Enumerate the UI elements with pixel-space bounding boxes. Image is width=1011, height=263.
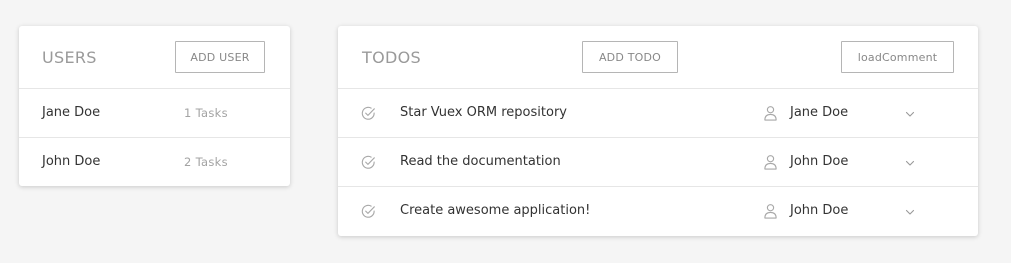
user-task-count: 1 Tasks (184, 106, 228, 120)
todos-title: TODOS (362, 48, 421, 67)
person-icon (764, 204, 777, 219)
assignee-select[interactable]: John Doe (790, 154, 848, 169)
user-row[interactable]: Jane Doe 1 Tasks (19, 89, 290, 138)
chevron-down-icon[interactable] (905, 158, 915, 168)
todo-title: Star Vuex ORM repository (400, 105, 567, 120)
users-card: USERS ADD USER Jane Doe 1 Tasks John Doe… (19, 26, 290, 186)
check-circle-icon[interactable] (361, 204, 376, 219)
load-comment-button[interactable]: loadComment (841, 41, 954, 73)
add-todo-button[interactable]: ADD TODO (582, 41, 678, 73)
chevron-down-icon[interactable] (905, 207, 915, 217)
todo-row: Create awesome application! John Doe (338, 187, 978, 236)
assignee-select[interactable]: John Doe (790, 203, 848, 218)
todos-card: TODOS ADD TODO loadComment Star Vuex ORM… (338, 26, 978, 236)
person-icon (764, 106, 777, 121)
user-name: John Doe (42, 154, 101, 169)
user-row[interactable]: John Doe 2 Tasks (19, 138, 290, 187)
users-header: USERS ADD USER (19, 26, 290, 89)
todo-row: Star Vuex ORM repository Jane Doe (338, 89, 978, 138)
assignee-select[interactable]: Jane Doe (790, 105, 848, 120)
user-name: Jane Doe (42, 105, 101, 120)
todo-row: Read the documentation John Doe (338, 138, 978, 187)
todos-header: TODOS ADD TODO loadComment (338, 26, 978, 89)
add-user-button[interactable]: ADD USER (175, 41, 265, 73)
todo-title: Create awesome application! (400, 203, 591, 218)
check-circle-icon[interactable] (361, 106, 376, 121)
check-circle-icon[interactable] (361, 155, 376, 170)
todo-title: Read the documentation (400, 154, 561, 169)
user-task-count: 2 Tasks (184, 155, 228, 169)
users-title: USERS (42, 48, 97, 67)
person-icon (764, 155, 777, 170)
chevron-down-icon[interactable] (905, 109, 915, 119)
